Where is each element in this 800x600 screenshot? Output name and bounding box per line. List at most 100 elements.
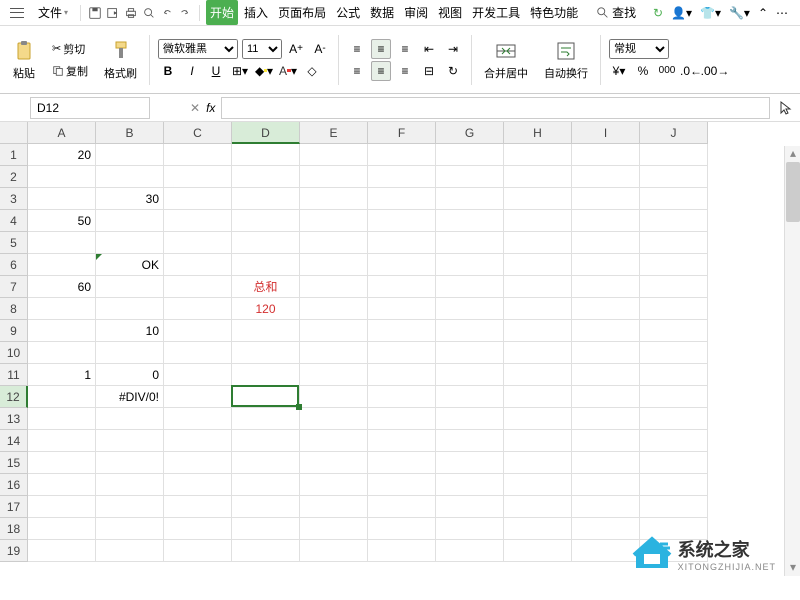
cell-F6[interactable] [368, 254, 436, 276]
app-menu-button[interactable] [4, 5, 30, 21]
cell-I10[interactable] [572, 342, 640, 364]
cell-F9[interactable] [368, 320, 436, 342]
borders-button[interactable]: ⊞▾ [230, 61, 250, 81]
cell-H18[interactable] [504, 518, 572, 540]
cell-C11[interactable] [164, 364, 232, 386]
cell-I18[interactable] [572, 518, 640, 540]
tab-review[interactable]: 审阅 [400, 0, 432, 25]
row-header[interactable]: 6 [0, 254, 28, 276]
cell-C9[interactable] [164, 320, 232, 342]
cell-B1[interactable] [96, 144, 164, 166]
cell-G13[interactable] [436, 408, 504, 430]
auto-wrap-button[interactable]: 自动换行 [540, 35, 592, 85]
tools-icon[interactable]: 🔧▾ [729, 6, 750, 20]
cell-G7[interactable] [436, 276, 504, 298]
cell-C12[interactable] [164, 386, 232, 408]
font-size-select[interactable]: 11 [242, 39, 282, 59]
tab-insert[interactable]: 插入 [240, 0, 272, 25]
row-header[interactable]: 13 [0, 408, 28, 430]
cell-J15[interactable] [640, 452, 708, 474]
cell-C15[interactable] [164, 452, 232, 474]
column-header[interactable]: I [572, 122, 640, 144]
cell-C5[interactable] [164, 232, 232, 254]
tab-page-layout[interactable]: 页面布局 [274, 0, 330, 25]
scroll-up-icon[interactable]: ▴ [785, 146, 800, 162]
cell-G2[interactable] [436, 166, 504, 188]
save-icon[interactable] [87, 5, 103, 21]
cell-F18[interactable] [368, 518, 436, 540]
number-format-select[interactable]: 常规 [609, 39, 669, 59]
cell-C2[interactable] [164, 166, 232, 188]
cell-A2[interactable] [28, 166, 96, 188]
cell-G11[interactable] [436, 364, 504, 386]
cell-D4[interactable] [232, 210, 300, 232]
cell-B12[interactable]: #DIV/0! [96, 386, 164, 408]
row-header[interactable]: 12 [0, 386, 28, 408]
cell-F14[interactable] [368, 430, 436, 452]
cell-F12[interactable] [368, 386, 436, 408]
cell-J6[interactable] [640, 254, 708, 276]
orientation-button[interactable]: ↻ [443, 61, 463, 81]
vertical-scrollbar[interactable]: ▴ ▾ [784, 146, 800, 576]
tab-special[interactable]: 特色功能 [526, 0, 582, 25]
cell-B10[interactable] [96, 342, 164, 364]
cell-I17[interactable] [572, 496, 640, 518]
cell-B16[interactable] [96, 474, 164, 496]
cell-A19[interactable] [28, 540, 96, 562]
cell-D3[interactable] [232, 188, 300, 210]
cell-G5[interactable] [436, 232, 504, 254]
cell-G14[interactable] [436, 430, 504, 452]
cell-G8[interactable] [436, 298, 504, 320]
cell-C6[interactable] [164, 254, 232, 276]
cell-G17[interactable] [436, 496, 504, 518]
cell-D2[interactable] [232, 166, 300, 188]
cell-B18[interactable] [96, 518, 164, 540]
merge-split-button[interactable]: ⊟ [419, 61, 439, 81]
row-header[interactable]: 8 [0, 298, 28, 320]
cell-B3[interactable]: 30 [96, 188, 164, 210]
cell-I5[interactable] [572, 232, 640, 254]
cell-E3[interactable] [300, 188, 368, 210]
cell-J17[interactable] [640, 496, 708, 518]
paste-button[interactable]: 粘贴 [8, 35, 40, 85]
cell-D15[interactable] [232, 452, 300, 474]
cell-I14[interactable] [572, 430, 640, 452]
print-preview-icon[interactable] [141, 5, 157, 21]
cell-G10[interactable] [436, 342, 504, 364]
cell-C19[interactable] [164, 540, 232, 562]
cell-C18[interactable] [164, 518, 232, 540]
cell-D17[interactable] [232, 496, 300, 518]
row-header[interactable]: 14 [0, 430, 28, 452]
column-header[interactable]: B [96, 122, 164, 144]
cell-A14[interactable] [28, 430, 96, 452]
row-header[interactable]: 9 [0, 320, 28, 342]
row-header[interactable]: 15 [0, 452, 28, 474]
row-header[interactable]: 17 [0, 496, 28, 518]
cell-F1[interactable] [368, 144, 436, 166]
cell-E16[interactable] [300, 474, 368, 496]
cell-H5[interactable] [504, 232, 572, 254]
cell-E10[interactable] [300, 342, 368, 364]
fill-color-button[interactable]: ◆▾ [254, 61, 274, 81]
underline-button[interactable]: U [206, 61, 226, 81]
cell-A12[interactable] [28, 386, 96, 408]
cell-H19[interactable] [504, 540, 572, 562]
row-header[interactable]: 2 [0, 166, 28, 188]
cell-A5[interactable] [28, 232, 96, 254]
cell-C1[interactable] [164, 144, 232, 166]
decrease-font-button[interactable]: A- [310, 39, 330, 59]
cell-I19[interactable] [572, 540, 640, 562]
cell-F19[interactable] [368, 540, 436, 562]
cell-E7[interactable] [300, 276, 368, 298]
cell-C7[interactable] [164, 276, 232, 298]
scroll-down-icon[interactable]: ▾ [785, 560, 800, 576]
align-left-button[interactable]: ≡ [347, 61, 367, 81]
cell-E12[interactable] [300, 386, 368, 408]
cell-A3[interactable] [28, 188, 96, 210]
cell-H7[interactable] [504, 276, 572, 298]
merge-center-button[interactable]: 合并居中 [480, 35, 532, 85]
search-button[interactable]: 查找 [590, 1, 642, 24]
cell-J10[interactable] [640, 342, 708, 364]
cell-D6[interactable] [232, 254, 300, 276]
cell-C14[interactable] [164, 430, 232, 452]
